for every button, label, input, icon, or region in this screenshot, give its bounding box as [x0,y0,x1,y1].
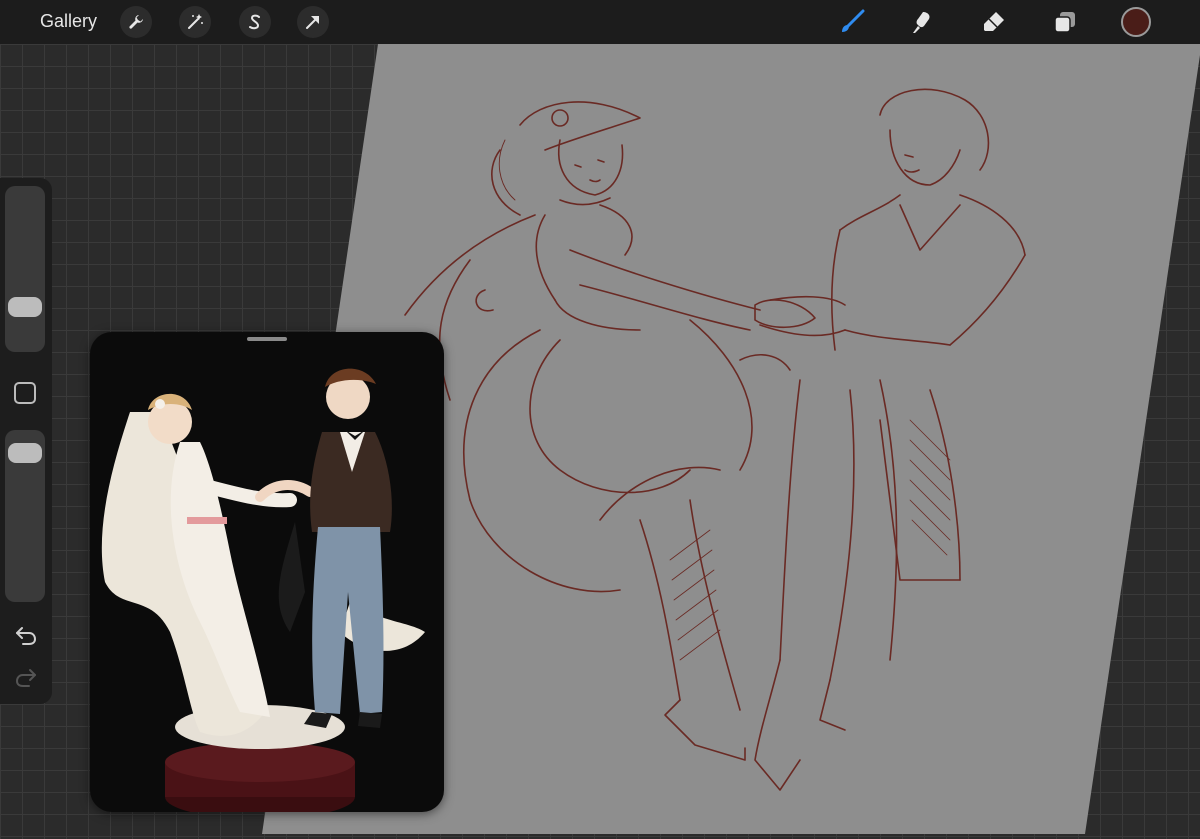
transform-button[interactable] [297,6,329,38]
selection-s-icon [249,14,260,30]
smudge-icon [913,12,930,33]
selection-button[interactable] [239,6,271,38]
adjustments-button[interactable] [179,6,211,38]
magic-wand-icon [188,14,203,29]
modify-button[interactable] [14,382,36,404]
transform-arrow-icon [306,16,319,29]
reference-window[interactable] [90,332,444,812]
undo-icon [16,627,37,645]
redo-button[interactable] [13,664,39,690]
undo-button[interactable] [13,622,39,648]
brush-size-slider[interactable] [5,186,45,352]
actions-button[interactable] [120,6,152,38]
brush-tool[interactable] [836,6,868,38]
left-sidebar [0,178,52,704]
opacity-slider[interactable] [5,430,45,602]
smudge-tool[interactable] [906,6,938,38]
top-toolbar: Gallery [0,0,1200,44]
brush-size-knob[interactable] [8,296,42,317]
wrench-icon [129,15,143,29]
reference-photo [101,368,425,812]
gallery-button[interactable]: Gallery [40,11,97,32]
brush-icon [842,9,865,32]
eraser-tool[interactable] [978,6,1010,38]
layers-icon [1054,12,1075,33]
color-swatch[interactable] [1121,7,1151,37]
layers-tool[interactable] [1049,6,1081,38]
opacity-knob[interactable] [8,443,42,464]
eraser-icon [984,12,1004,31]
reference-drag-handle[interactable] [247,337,287,341]
redo-icon [15,669,36,687]
